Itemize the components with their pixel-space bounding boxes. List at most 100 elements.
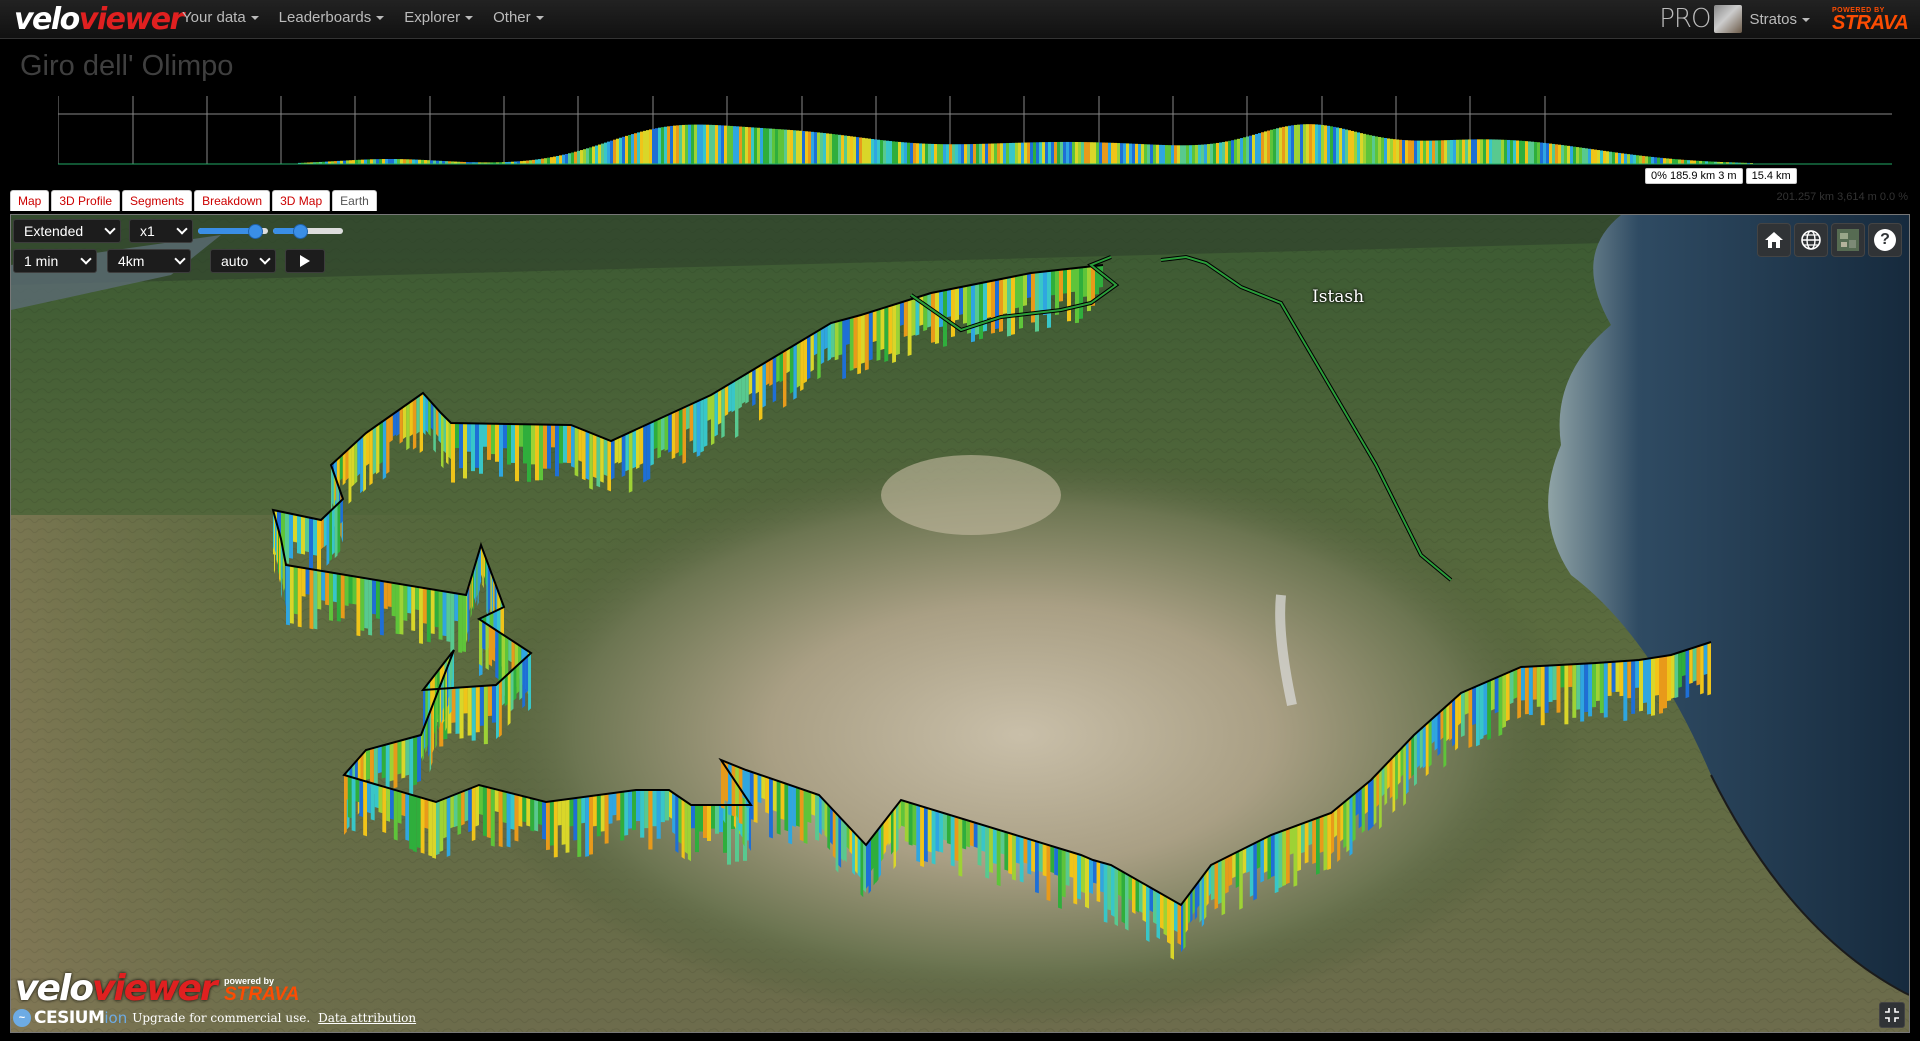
menu-explorer[interactable]: Explorer (394, 0, 483, 38)
data-attribution-link[interactable]: Data attribution (318, 1011, 416, 1025)
distance-select[interactable]: 4km (107, 249, 191, 273)
tab-earth[interactable]: Earth (332, 190, 377, 211)
powered-by-strava[interactable]: POWERED BY STRAVA (1832, 7, 1912, 33)
tab-breakdown[interactable]: Breakdown (194, 190, 271, 211)
avatar[interactable] (1714, 5, 1743, 33)
tab-segments[interactable]: Segments (122, 190, 193, 211)
route-wall-segment (1007, 277, 1011, 337)
route-wall-segment (461, 790, 465, 826)
profile-bar (685, 124, 688, 164)
profile-bar (1510, 140, 1513, 164)
camera-select[interactable]: auto (210, 249, 276, 273)
base-layer-button[interactable] (1831, 223, 1865, 257)
route-wall-segment (309, 517, 313, 574)
height-slider[interactable] (198, 224, 268, 239)
zoom-slider[interactable] (273, 224, 343, 239)
route-wall-segment (345, 449, 349, 481)
slider-knob[interactable] (248, 224, 263, 239)
route-wall-segment (1312, 818, 1316, 865)
profile-bar (358, 159, 361, 164)
route-wall-segment (366, 748, 370, 780)
fullscreen-button[interactable] (1879, 1002, 1905, 1028)
route-wall-segment (426, 588, 431, 643)
profile-bar (1246, 136, 1249, 164)
route-wall-segment (526, 797, 531, 827)
profile-bar (625, 135, 628, 164)
profile-bar (1117, 143, 1120, 164)
profile-bar (619, 137, 622, 164)
upgrade-notice: Upgrade for commercial use. (132, 1011, 311, 1025)
profile-bar (769, 128, 772, 164)
slider-knob[interactable] (293, 224, 308, 239)
route-wall-segment (279, 531, 280, 583)
tab-map[interactable]: Map (10, 190, 50, 211)
profile-bar (826, 133, 829, 164)
profile-bar (1315, 124, 1318, 164)
profile-bar (1525, 141, 1528, 164)
route-wall-segment (413, 795, 417, 853)
route-wall-segment (1118, 869, 1122, 897)
profile-bar (784, 129, 787, 164)
navbar-right: PRO Stratos POWERED BY STRAVA (1659, 0, 1920, 38)
profile-bar (1183, 145, 1186, 164)
profile-bar (388, 158, 391, 164)
route-wall-segment (1564, 664, 1569, 725)
tab-3d-profile[interactable]: 3D Profile (51, 190, 121, 211)
profile-bar (1318, 124, 1321, 164)
interval-select[interactable]: 1 min (13, 249, 97, 273)
route-wall-segment (453, 793, 458, 828)
route-wall-segment (896, 302, 900, 356)
menu-leaderboards[interactable]: Leaderboards (269, 0, 395, 38)
route-wall-segment (1054, 846, 1059, 876)
route-wall-segment (1655, 656, 1659, 696)
route-wall-segment (486, 559, 488, 616)
route-wall-segment (669, 790, 673, 819)
route-wall-segment (339, 454, 343, 481)
elevation-profile[interactable] (58, 96, 1892, 166)
profile-bar (1387, 138, 1390, 164)
profile-bar (1624, 153, 1627, 164)
route-wall-segment (1455, 695, 1459, 751)
help-button[interactable]: ? (1868, 223, 1902, 257)
route-wall-segment (347, 776, 352, 819)
route-wall-segment (1651, 657, 1655, 716)
view-mode-select[interactable]: Extended (13, 219, 121, 243)
layers-icon (1837, 229, 1859, 251)
profile-bar (898, 141, 901, 164)
route-wall-segment (1392, 754, 1396, 813)
profile-bar (421, 159, 424, 164)
route-wall-segment (1422, 724, 1426, 769)
route-wall-segment (1627, 660, 1632, 699)
speed-value: x1 (140, 223, 155, 239)
profile-bar (601, 143, 604, 164)
play-button[interactable] (285, 249, 325, 273)
route-wall-segment (344, 775, 348, 800)
route-wall-segment (313, 569, 318, 630)
profile-bar (574, 151, 577, 164)
3d-map-viewer[interactable]: Istash Extended x1 1 min 4km auto ? velo… (10, 214, 1910, 1033)
menu-your-data[interactable]: Your data (172, 0, 269, 38)
route-wall-segment (563, 424, 567, 463)
profile-bar (1489, 139, 1492, 164)
route-wall-segment (309, 568, 314, 630)
route-wall-segment (898, 800, 901, 831)
route-wall-segment (413, 736, 418, 786)
profile-bar (1420, 140, 1423, 164)
user-menu[interactable]: Stratos (1749, 11, 1810, 28)
route-wall-segment (1153, 889, 1157, 925)
profile-bar (1462, 139, 1465, 164)
veloviewer-logo[interactable]: velo viewer (14, 2, 184, 37)
route-wall-segment (624, 791, 629, 836)
speed-select[interactable]: x1 (129, 219, 193, 243)
profile-bar (547, 157, 550, 164)
profile-bar (1642, 155, 1645, 164)
tab-3d-map[interactable]: 3D Map (272, 190, 331, 211)
scene-mode-button[interactable] (1794, 223, 1828, 257)
menu-other[interactable]: Other (483, 0, 554, 38)
route-wall-segment (1387, 760, 1390, 790)
terrain-view[interactable] (11, 215, 1909, 1032)
home-button[interactable] (1757, 223, 1791, 257)
route-wall-segment (407, 585, 412, 614)
route-wall-segment (719, 805, 723, 833)
route-wall-segment (962, 818, 967, 850)
